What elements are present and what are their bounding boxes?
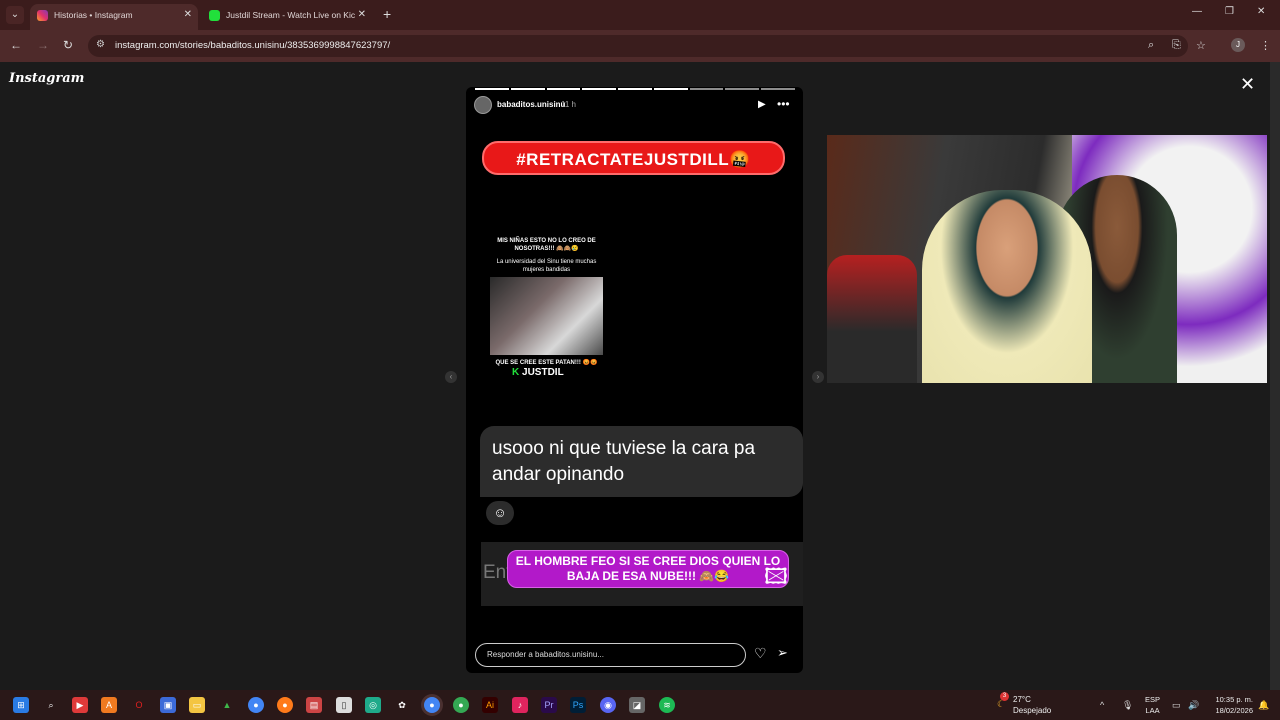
store-icon[interactable]: ▣	[160, 697, 176, 713]
story-time: 11 h	[561, 100, 576, 109]
person-left	[922, 190, 1092, 383]
app-teal-icon[interactable]: ◎	[365, 697, 381, 713]
search-icon[interactable]: ⌕	[43, 697, 59, 713]
story-header: babaditos.unisinu 11 h ▶ •••	[474, 96, 794, 114]
app-photo-icon[interactable]: ◪	[629, 697, 645, 713]
document-icon[interactable]: ▯	[336, 697, 352, 713]
story-username[interactable]: babaditos.unisinu	[497, 100, 565, 109]
app-orange-icon[interactable]: A	[101, 697, 117, 713]
site-info-icon[interactable]: ⚙	[96, 39, 105, 50]
close-tab-icon[interactable]: ✕	[184, 4, 192, 26]
close-tab-icon[interactable]: ✕	[354, 4, 366, 26]
embedded-caption: QUE SE CREE ESTE PATAN!!! 😡😡	[495, 360, 598, 366]
forward-icon[interactable]: →	[37, 38, 49, 52]
image-icon[interactable]: 🖾	[764, 560, 788, 598]
gaming-chair	[827, 255, 917, 383]
tab-title: Historias • Instagram	[54, 10, 133, 20]
chrome-profile-icon[interactable]: ●	[453, 697, 469, 713]
tab-kick[interactable]: Justdil Stream - Watch Live on Kick ✕	[202, 4, 372, 30]
firefox-icon[interactable]: ●	[277, 697, 293, 713]
tab-search-button[interactable]: ⌄	[6, 6, 24, 24]
add-reaction-icon[interactable]: ☺	[486, 501, 514, 525]
send-area: Envi EL HOMBRE FEO SI SE CREE DIOS QUIEN…	[481, 542, 803, 606]
stream-video-overlay	[827, 135, 1267, 383]
embedded-brand: K JUSTDIL	[512, 367, 564, 378]
close-story-icon[interactable]: ✕	[1240, 74, 1255, 95]
embedded-subtitle: La universidad del Sinu tiene muchas muj…	[496, 259, 597, 273]
more-options-icon[interactable]: •••	[777, 97, 790, 111]
new-tab-icon[interactable]: +	[383, 6, 391, 22]
clock-date: 18/02/2026	[1215, 706, 1253, 715]
send-direct-icon[interactable]: ➢	[777, 645, 788, 661]
network-icon[interactable]: ▭	[1172, 700, 1181, 711]
clock-time: 10:35 p. m.	[1215, 695, 1253, 704]
kick-favicon-icon	[209, 10, 220, 21]
volume-icon[interactable]: 🔊	[1188, 700, 1199, 711]
close-window-icon[interactable]: ✕	[1257, 6, 1265, 17]
bookmark-star-icon[interactable]: ☆	[1196, 39, 1206, 52]
play-icon[interactable]: ▶	[758, 99, 766, 110]
message-bubble: usooo ni que tuviese la cara pa andar op…	[480, 426, 803, 497]
premiere-icon[interactable]: Pr	[541, 697, 557, 713]
reload-icon[interactable]: ↻	[63, 38, 73, 52]
app-window-icon[interactable]: ▤	[306, 697, 322, 713]
file-explorer-icon[interactable]: ▭	[189, 697, 205, 713]
lang-bottom: LAA	[1145, 706, 1160, 715]
opera-icon[interactable]: O	[131, 697, 147, 713]
url-text[interactable]: instagram.com/stories/babaditos.unisinu/…	[115, 40, 390, 51]
discord-icon[interactable]: ◉	[600, 697, 616, 713]
page-scrollbar[interactable]	[1270, 62, 1280, 690]
language-indicator[interactable]: ESP LAA	[1145, 694, 1160, 716]
microphone-icon[interactable]: 🎙	[1122, 700, 1133, 711]
install-app-icon[interactable]: ⎘	[1172, 39, 1181, 52]
zoom-icon[interactable]: ⌕	[1148, 39, 1154, 52]
spotify-icon[interactable]: ≋	[659, 697, 675, 713]
reply-input[interactable]: Responder a babaditos.unisinu...	[475, 643, 746, 667]
windows-start-icon[interactable]: ⊞	[13, 697, 29, 713]
instagram-favicon-icon	[37, 10, 48, 21]
profile-avatar[interactable]: J	[1231, 38, 1245, 52]
user-avatar[interactable]	[474, 96, 492, 114]
weather-badge: 3	[1000, 692, 1009, 701]
instagram-logo[interactable]: Instagram	[9, 71, 84, 86]
lang-top: ESP	[1145, 695, 1161, 704]
chrome-icon[interactable]: ●	[248, 697, 264, 713]
tab-bar: ⌄ Historias • Instagram ✕ Justdil Stream…	[0, 0, 1280, 30]
show-hidden-icons-icon[interactable]: ^	[1100, 700, 1104, 710]
notification-icon[interactable]: 🔔	[1258, 700, 1269, 711]
menu-kebab-icon[interactable]: ⋮	[1260, 39, 1271, 52]
embedded-image	[490, 277, 603, 355]
minimize-icon[interactable]: —	[1192, 6, 1202, 17]
caption-banner: EL HOMBRE FEO SI SE CREE DIOS QUIEN LO B…	[507, 550, 789, 588]
app-settings-icon[interactable]: ✿	[394, 697, 410, 713]
instagram-story-page: Instagram ✕ ‹ › babaditos.unisinu 11 h ▶…	[0, 62, 1270, 690]
tab-instagram[interactable]: Historias • Instagram ✕	[30, 4, 198, 30]
weather-widget[interactable]: 27°C Despejado	[1013, 694, 1051, 716]
illustrator-icon[interactable]: Ai	[482, 697, 498, 713]
weather-temp: 27°C	[1013, 695, 1031, 704]
next-story-icon[interactable]: ›	[812, 371, 824, 383]
chrome-active-icon[interactable]: ●	[424, 697, 440, 713]
hashtag-banner: #RETRACTATEJUSTDILL🤬	[482, 141, 785, 175]
story-progress	[475, 88, 796, 90]
brand-text: JUSTDIL	[522, 367, 564, 378]
restore-icon[interactable]: ❐	[1225, 6, 1234, 17]
windows-taskbar: ⊞ ⌕ ▶ A O ▣ ▭ ▲ ● ● ▤ ▯ ◎ ✿ ● ● Ai ♪ Pr …	[0, 690, 1280, 720]
drive-icon[interactable]: ▲	[219, 697, 235, 713]
omnibox[interactable]: ⚙ instagram.com/stories/babaditos.unisin…	[88, 35, 1188, 57]
photoshop-icon[interactable]: Ps	[570, 697, 586, 713]
tab-title: Justdil Stream - Watch Live on Kick	[226, 10, 360, 20]
clock[interactable]: 10:35 p. m. 18/02/2026	[1205, 694, 1253, 716]
tiktok-icon[interactable]: ♪	[512, 697, 528, 713]
embedded-post: MIS NIÑAS ESTO NO LO CREO DE NOSOTRAS!!!…	[490, 237, 603, 387]
address-bar-row: ← → ↻ ⚙ instagram.com/stories/babaditos.…	[0, 30, 1280, 62]
story-viewer[interactable]: babaditos.unisinu 11 h ▶ ••• #RETRACTATE…	[466, 87, 803, 673]
weather-desc: Despejado	[1013, 706, 1052, 715]
like-heart-icon[interactable]: ♡	[754, 645, 767, 662]
back-icon[interactable]: ←	[10, 38, 22, 52]
previous-story-icon[interactable]: ‹	[445, 371, 457, 383]
app-red-icon[interactable]: ▶	[72, 697, 88, 713]
embedded-title: MIS NIÑAS ESTO NO LO CREO DE NOSOTRAS!!!…	[497, 238, 596, 252]
